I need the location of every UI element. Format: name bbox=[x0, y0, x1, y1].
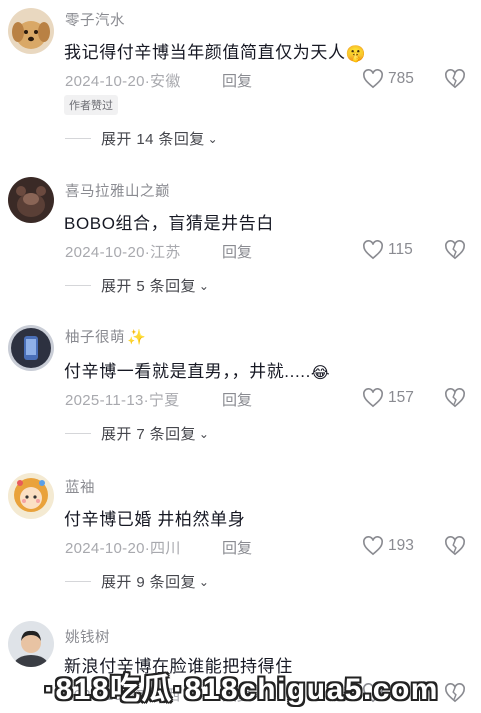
comment-text: 我记得付辛博当年颜值简直仅为天人🤫 bbox=[64, 38, 366, 64]
comment-location: 宁夏 bbox=[148, 392, 180, 409]
like-button[interactable]: 785 bbox=[362, 69, 414, 89]
username[interactable]: 柚子很萌 ✨ bbox=[65, 326, 146, 347]
expand-replies-label: 展开 14 条回复 bbox=[101, 131, 205, 148]
comment-text-content: 付辛博一看就是直男，，井就..... bbox=[64, 362, 311, 381]
like-count: 193 bbox=[388, 537, 414, 554]
chevron-down-icon: ⌄ bbox=[198, 426, 209, 441]
heart-icon bbox=[363, 69, 383, 89]
phone-avatar[interactable] bbox=[8, 325, 54, 371]
laughing-emoji-icon: 😂 bbox=[310, 365, 331, 382]
comment-text: BOBO组合，盲猜是井告白 bbox=[64, 214, 274, 233]
comment-meta: 2025-11-13·宁夏 bbox=[65, 392, 180, 409]
divider-line bbox=[65, 581, 91, 582]
cartoon-girl-avatar[interactable] bbox=[8, 473, 54, 519]
like-count: 785 bbox=[388, 70, 414, 87]
broken-heart-icon bbox=[445, 388, 465, 408]
expand-replies-label: 展开 5 条回复 bbox=[101, 278, 196, 295]
chevron-down-icon: ⌄ bbox=[207, 131, 218, 146]
username[interactable]: 蓝袖 bbox=[65, 476, 95, 497]
username[interactable]: 喜马拉雅山之巅 bbox=[65, 180, 170, 201]
comment-text: 付辛博已婚 井柏然单身 bbox=[64, 510, 246, 529]
author-liked-badge: 作者赞过 bbox=[64, 95, 118, 115]
broken-heart-icon bbox=[445, 240, 465, 260]
username-text: 柚子很萌 bbox=[65, 330, 125, 346]
comment-meta: 2024-10-20·江苏 bbox=[65, 244, 181, 261]
comment-date: 2024-10-20 bbox=[65, 540, 145, 557]
comment-meta: 2024-10-20·安徽 bbox=[65, 73, 181, 90]
broken-heart-icon bbox=[445, 536, 465, 556]
divider-line bbox=[65, 433, 91, 434]
heart-icon bbox=[363, 240, 383, 260]
dislike-button[interactable] bbox=[444, 536, 466, 561]
reply-button[interactable]: 回复 bbox=[222, 70, 252, 91]
divider-line bbox=[65, 138, 91, 139]
site-watermark: ·818吃瓜·818chigua5.com bbox=[44, 673, 439, 706]
dislike-button[interactable] bbox=[444, 240, 466, 265]
comment-location: 四川 bbox=[150, 540, 181, 557]
reply-button[interactable]: 回复 bbox=[222, 389, 252, 410]
broken-heart-icon bbox=[445, 69, 465, 89]
dislike-button[interactable] bbox=[444, 388, 466, 413]
username[interactable]: 姚钱树 bbox=[65, 626, 110, 647]
expand-replies-button[interactable]: 展开 5 条回复 ⌄ bbox=[65, 275, 209, 296]
heart-icon bbox=[363, 388, 383, 408]
heart-icon bbox=[363, 536, 383, 556]
broken-heart-icon bbox=[445, 683, 465, 703]
comment-meta: 2024-10-20·四川 bbox=[65, 540, 181, 557]
shush-emoji-icon: 🤫 bbox=[345, 46, 367, 63]
comment-location: 江苏 bbox=[150, 244, 181, 261]
comment-text-content: 我记得付辛博当年颜值简直仅为天人 bbox=[64, 43, 346, 62]
like-count: 115 bbox=[388, 241, 413, 258]
expand-replies-button[interactable]: 展开 14 条回复 ⌄ bbox=[65, 128, 218, 149]
comment-location: 安徽 bbox=[150, 73, 181, 90]
expand-replies-label: 展开 7 条回复 bbox=[101, 426, 196, 443]
sparkle-badge-icon: ✨ bbox=[127, 329, 147, 346]
like-button[interactable]: 115 bbox=[362, 240, 413, 260]
comment-date: 2024-10-20 bbox=[65, 73, 145, 90]
expand-replies-label: 展开 9 条回复 bbox=[101, 574, 196, 591]
expand-replies-button[interactable]: 展开 7 条回复 ⌄ bbox=[65, 423, 209, 444]
dislike-button[interactable] bbox=[444, 69, 466, 94]
man-avatar[interactable] bbox=[8, 621, 54, 667]
comment-date: 2025-11-13 bbox=[65, 392, 144, 409]
dislike-button[interactable] bbox=[444, 683, 466, 708]
chevron-down-icon: ⌄ bbox=[198, 278, 209, 293]
dark-animal-avatar[interactable] bbox=[8, 177, 54, 223]
divider-line bbox=[65, 285, 91, 286]
like-button[interactable]: 157 bbox=[362, 388, 414, 408]
reply-button[interactable]: 回复 bbox=[222, 537, 252, 558]
username[interactable]: 零子汽水 bbox=[65, 9, 125, 30]
puppy-avatar[interactable] bbox=[8, 8, 54, 54]
comment-text: 付辛博一看就是直男，，井就.....😂 bbox=[64, 357, 330, 383]
expand-replies-button[interactable]: 展开 9 条回复 ⌄ bbox=[65, 571, 209, 592]
reply-button[interactable]: 回复 bbox=[222, 241, 252, 262]
like-count: 157 bbox=[388, 389, 414, 406]
chevron-down-icon: ⌄ bbox=[198, 574, 209, 589]
like-button[interactable]: 193 bbox=[362, 536, 414, 556]
comment-date: 2024-10-20 bbox=[65, 244, 145, 261]
